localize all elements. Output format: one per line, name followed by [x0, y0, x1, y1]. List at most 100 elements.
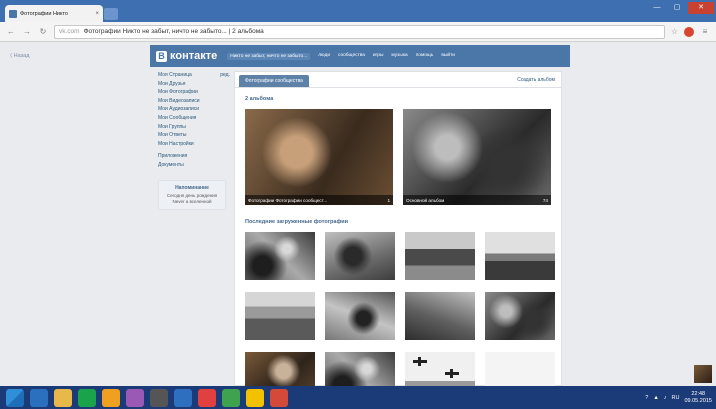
- vk-logo-icon: В: [156, 50, 167, 62]
- album-caption-bar: Фотографии Фотографии сообщест... 1: [245, 195, 393, 205]
- opera-icon[interactable]: [198, 388, 216, 407]
- network-icon[interactable]: ▲: [653, 395, 658, 401]
- sidebar-item-audio[interactable]: Мои Аудиозаписи: [158, 105, 230, 114]
- reload-icon[interactable]: ↻: [38, 27, 48, 36]
- photo-thumb[interactable]: [405, 292, 475, 340]
- reminder-title: Напоминание: [175, 184, 209, 191]
- language-indicator[interactable]: RU: [672, 395, 680, 401]
- left-sidebar: Моя Страница ред. Мои Друзья Мои Фотограф…: [158, 71, 230, 210]
- photo-image: [245, 292, 315, 340]
- back-arrow-icon[interactable]: ←: [6, 27, 16, 36]
- sidebar-item-apps[interactable]: Приложения: [158, 152, 230, 161]
- album-caption: Основной альбом: [406, 197, 445, 203]
- app-icon[interactable]: [126, 388, 144, 407]
- vk-logo-text: контакте: [170, 50, 218, 62]
- new-tab-button[interactable]: [104, 8, 118, 20]
- nav-communities[interactable]: сообщества: [338, 53, 365, 60]
- reminder-body[interactable]: Сегодня день рождения Never a вселенной: [163, 193, 221, 205]
- back-link[interactable]: ⟨ Назад: [10, 53, 29, 59]
- store-icon[interactable]: [78, 388, 96, 407]
- sidebar-item-videos[interactable]: Мои Видеозаписи: [158, 97, 230, 106]
- recent-photos-title: Последние загруженные фотографии: [245, 219, 349, 225]
- sidebar-item-label: Мои Сообщения: [158, 114, 197, 121]
- sidebar-item-settings[interactable]: Мои Настройки: [158, 140, 230, 149]
- photo-image: [245, 232, 315, 280]
- yandex-icon[interactable]: [246, 388, 264, 407]
- photo-image: [405, 232, 475, 280]
- albums-list: Фотографии Фотографии сообщест... 1 Осно…: [235, 109, 561, 205]
- help-icon[interactable]: ?: [645, 395, 648, 401]
- file-explorer-icon[interactable]: [54, 388, 72, 407]
- media-player-icon[interactable]: [102, 388, 120, 407]
- photo-thumb[interactable]: [485, 292, 555, 340]
- nav-help[interactable]: помощь: [416, 53, 434, 60]
- birthday-reminder: Напоминание Сегодня день рождения Never …: [158, 179, 226, 210]
- album-caption: Фотографии Фотографии сообщест...: [248, 197, 328, 203]
- sidebar-item-label: Мои Друзья: [158, 80, 186, 87]
- recent-photos-grid: [235, 232, 561, 400]
- photo-thumb[interactable]: [405, 232, 475, 280]
- ie-icon[interactable]: [30, 388, 48, 407]
- browser-tab[interactable]: Фотографии Никто ×: [5, 5, 103, 22]
- nav-people[interactable]: люди: [318, 53, 330, 60]
- sidebar-item-label: Мои Видеозаписи: [158, 97, 200, 104]
- browser-titlebar: Фотографии Никто × — ▢ ✕: [0, 0, 716, 22]
- bookmark-star-icon[interactable]: ☆: [671, 27, 678, 36]
- address-bar[interactable]: vk.com Фотографии Никто не забыт, ничто …: [54, 24, 665, 39]
- window-controls: — ▢ ✕: [648, 2, 714, 14]
- minimize-button[interactable]: —: [648, 2, 666, 14]
- album-card[interactable]: Основной альбом 74: [403, 109, 551, 205]
- photo-image: [325, 292, 395, 340]
- nav-group-name[interactable]: Никто не забыт, ничто не забыто...: [227, 52, 311, 60]
- menu-icon[interactable]: ≡: [700, 27, 710, 36]
- browser-toolbar: ← → ↻ vk.com Фотографии Никто не забыт, …: [0, 22, 716, 42]
- nav-games[interactable]: игры: [373, 53, 384, 60]
- tab-title: Фотографии Никто: [20, 10, 68, 17]
- windows-taskbar: ? ▲ ♪ RU 22:48 09.05.2015: [0, 386, 716, 409]
- nav-logout[interactable]: выйти: [441, 53, 455, 60]
- sidebar-item-label: Мои Группы: [158, 123, 186, 130]
- tab-community-photos[interactable]: Фотографии сообщества: [239, 75, 309, 87]
- album-card[interactable]: Фотографии Фотографии сообщест... 1: [245, 109, 393, 205]
- close-window-button[interactable]: ✕: [688, 2, 714, 14]
- create-album-link[interactable]: Создать альбом: [517, 77, 555, 83]
- photo-thumb[interactable]: [325, 292, 395, 340]
- album-cover: [403, 109, 551, 205]
- volume-icon[interactable]: ♪: [664, 395, 667, 401]
- extension-icon[interactable]: [684, 26, 694, 37]
- album-photo-count: 74: [542, 197, 548, 203]
- photo-image: [485, 292, 555, 340]
- tab-close-button[interactable]: ×: [95, 11, 99, 17]
- chrome-icon[interactable]: [222, 388, 240, 407]
- clock[interactable]: 22:48 09.05.2015: [684, 391, 712, 405]
- sidebar-item-answers[interactable]: Мои Ответы: [158, 131, 230, 140]
- clock-date: 09.05.2015: [684, 397, 712, 404]
- nav-music[interactable]: музыка: [391, 53, 407, 60]
- forward-arrow-icon[interactable]: →: [22, 27, 32, 36]
- photo-image: [485, 232, 555, 280]
- maximize-button[interactable]: ▢: [668, 2, 686, 14]
- clock-time: 22:48: [691, 390, 706, 397]
- vk-logo[interactable]: В контакте: [156, 50, 217, 62]
- start-button-icon[interactable]: [6, 388, 24, 407]
- powerpoint-icon[interactable]: [270, 388, 288, 407]
- photo-thumb[interactable]: [245, 292, 315, 340]
- album-cover: [245, 109, 393, 205]
- sidebar-item-groups[interactable]: Мои Группы: [158, 123, 230, 132]
- page-viewport: ⟨ Назад В контакте Никто не забыт, ничто…: [0, 43, 716, 407]
- photo-image: [325, 232, 395, 280]
- sidebar-item-messages[interactable]: Мои Сообщения: [158, 114, 230, 123]
- photo-thumb[interactable]: [485, 232, 555, 280]
- sidebar-item-friends[interactable]: Мои Друзья: [158, 80, 230, 89]
- sidebar-item-documents[interactable]: Документы: [158, 161, 230, 170]
- sidebar-item-label: Мои Фотографии: [158, 89, 198, 96]
- desktop-thumb[interactable]: [694, 365, 712, 383]
- photo-thumb[interactable]: [245, 232, 315, 280]
- hp-icon[interactable]: [150, 388, 168, 407]
- photo-thumb[interactable]: [325, 232, 395, 280]
- word-icon[interactable]: [174, 388, 192, 407]
- sidebar-edit-link[interactable]: ред.: [220, 71, 230, 80]
- aircraft-shape: [413, 357, 427, 366]
- sidebar-item-my-page[interactable]: Моя Страница ред.: [158, 71, 230, 80]
- sidebar-item-photos[interactable]: Мои Фотографии: [158, 88, 230, 97]
